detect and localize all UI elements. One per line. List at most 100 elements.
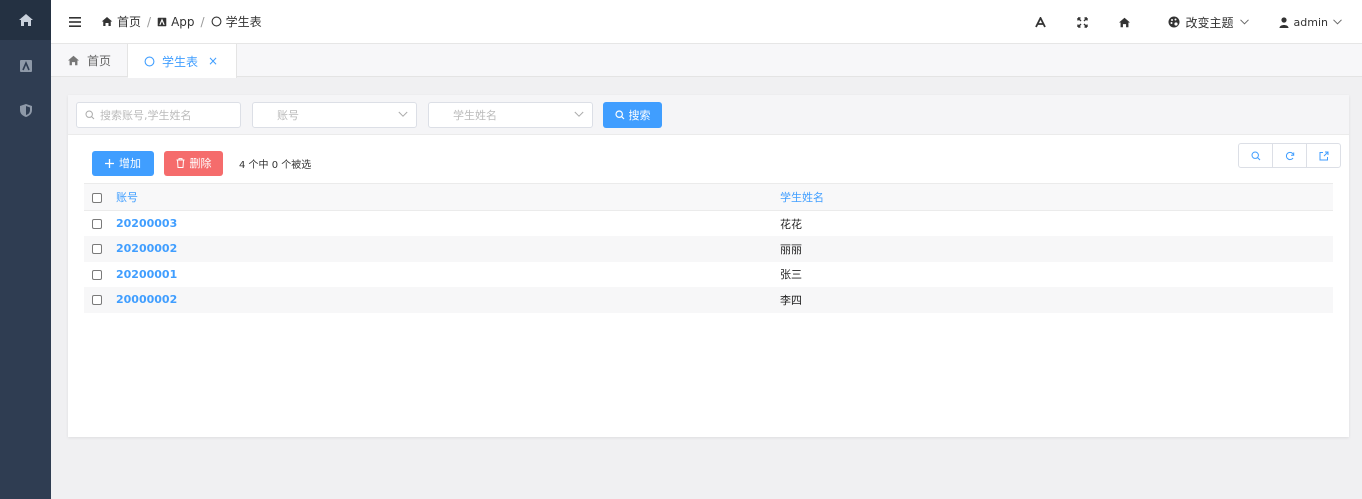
- name-cell: 丽丽: [780, 236, 1333, 262]
- breadcrumb-app[interactable]: App: [157, 14, 195, 29]
- search-button[interactable]: 搜索: [603, 101, 662, 128]
- row-checkbox-cell: [84, 236, 116, 262]
- home-icon: [101, 17, 113, 26]
- account-placeholder: 账号: [277, 108, 299, 122]
- row-checkbox[interactable]: [92, 244, 102, 255]
- delete-button[interactable]: 删除: [164, 150, 223, 176]
- sidebar-item-app[interactable]: [0, 44, 51, 88]
- account-cell[interactable]: 20200001: [116, 262, 780, 288]
- font-icon: [1035, 16, 1046, 27]
- select-all-cell: [84, 183, 116, 211]
- name-cell: 张三: [780, 268, 802, 282]
- selection-count: 4 个中 0 个被选: [239, 159, 312, 171]
- tab-label: 学生表: [162, 54, 199, 69]
- chevron-down-icon: [398, 111, 408, 117]
- search-icon: [1250, 150, 1260, 160]
- students-table: 账号 学生姓名 20200003 花花 20200002 丽丽 20200001…: [84, 183, 1333, 313]
- user-icon: [1279, 16, 1289, 28]
- tab-label: 首页: [87, 54, 112, 68]
- main-panel: 搜索账号,学生姓名 账号 学生姓名 搜索 增加 删除 4 个中 0 个被选 账号…: [68, 95, 1349, 437]
- add-button[interactable]: 增加: [92, 150, 154, 176]
- tab-students[interactable]: 学生表 ×: [128, 44, 238, 78]
- breadcrumb-home[interactable]: 首页: [101, 13, 141, 30]
- search-placeholder: 搜索账号,学生姓名: [100, 108, 192, 122]
- table-row[interactable]: 20000002 李四: [84, 287, 1333, 313]
- home-button[interactable]: [1104, 0, 1146, 44]
- chevron-down-icon: [1333, 19, 1342, 25]
- account-cell[interactable]: 20200003: [116, 211, 780, 237]
- row-checkbox-cell: [84, 211, 116, 237]
- plus-icon: [105, 158, 114, 168]
- account-cell[interactable]: 20000002: [116, 287, 780, 313]
- home-icon: [18, 14, 33, 26]
- delete-button-label: 删除: [189, 157, 212, 170]
- add-button-label: 增加: [119, 157, 141, 170]
- theme-label: 改变主题: [1185, 15, 1234, 30]
- palette-icon: [1168, 16, 1180, 28]
- search-icon: [614, 109, 624, 119]
- breadcrumb-label: 首页: [117, 15, 142, 29]
- name-select[interactable]: 学生姓名: [428, 101, 593, 128]
- name-cell: 花花: [780, 217, 802, 231]
- menu-toggle-button[interactable]: [69, 16, 87, 27]
- search-button-label: 搜索: [628, 108, 651, 122]
- circle-icon: [144, 56, 155, 66]
- column-header-name[interactable]: 学生姓名: [780, 183, 1333, 211]
- select-all-checkbox[interactable]: [92, 192, 102, 203]
- breadcrumb: 首页 / App / 学生表: [101, 13, 262, 30]
- row-checkbox-cell: [84, 262, 116, 288]
- circle-icon: [211, 16, 222, 27]
- name-cell: 李四: [780, 287, 1333, 313]
- user-menu[interactable]: admin: [1279, 16, 1342, 29]
- close-icon[interactable]: ×: [208, 54, 218, 68]
- fullscreen-button[interactable]: [1062, 0, 1104, 44]
- font-size-button[interactable]: [1020, 0, 1062, 44]
- export-button[interactable]: [1306, 143, 1341, 168]
- table-row[interactable]: 20200003 花花: [84, 211, 1333, 237]
- breadcrumb-separator: /: [147, 14, 152, 29]
- fullscreen-icon: [1077, 16, 1088, 28]
- hamburger-icon: [69, 16, 81, 27]
- refresh-button[interactable]: [1272, 143, 1307, 168]
- home-icon: [1119, 17, 1131, 27]
- name-placeholder: 学生姓名: [453, 108, 497, 122]
- table-toolbar: 增加 删除 4 个中 0 个被选: [68, 143, 1349, 183]
- filter-bar: 搜索账号,学生姓名 账号 学生姓名 搜索: [68, 95, 1349, 135]
- account-cell[interactable]: 20200002: [116, 236, 780, 262]
- sidebar: [0, 0, 51, 499]
- chevron-down-icon: [1239, 19, 1249, 25]
- tabs-bar: 首页 学生表 ×: [51, 44, 1362, 78]
- table-header-row: 账号 学生姓名: [84, 183, 1333, 211]
- topbar-actions: 改变主题 admin: [1020, 0, 1362, 44]
- row-checkbox[interactable]: [92, 295, 102, 306]
- column-header-account[interactable]: 账号: [116, 183, 780, 211]
- shield-icon: [19, 103, 32, 117]
- table-tools: [1238, 143, 1341, 168]
- user-name: admin: [1293, 15, 1328, 29]
- chevron-down-icon: [574, 111, 584, 117]
- breadcrumb-label: 学生表: [225, 15, 262, 29]
- sidebar-item-home[interactable]: [0, 0, 51, 40]
- home-icon: [68, 55, 79, 66]
- export-icon: [1319, 151, 1328, 160]
- row-checkbox[interactable]: [92, 219, 102, 229]
- search-icon: [85, 109, 95, 119]
- sidebar-item-security[interactable]: [0, 88, 51, 132]
- refresh-icon: [1285, 151, 1294, 160]
- table-row[interactable]: 20200002 丽丽: [84, 236, 1333, 262]
- breadcrumb-students: 学生表: [211, 13, 262, 30]
- app-icon: [157, 17, 167, 26]
- breadcrumb-separator: /: [200, 14, 205, 29]
- breadcrumb-label: App: [171, 14, 195, 29]
- theme-selector[interactable]: 改变主题: [1168, 14, 1249, 31]
- tab-home[interactable]: 首页: [51, 44, 129, 77]
- row-checkbox[interactable]: [92, 269, 102, 280]
- row-checkbox-cell: [84, 287, 116, 313]
- trash-icon: [176, 158, 184, 168]
- topbar: 首页 / App / 学生表 改变主题 admin: [51, 0, 1362, 44]
- search-input[interactable]: 搜索账号,学生姓名: [76, 101, 241, 128]
- account-select[interactable]: 账号: [252, 101, 417, 128]
- app-icon: [19, 60, 32, 72]
- toggle-search-button[interactable]: [1238, 143, 1273, 168]
- table-row[interactable]: 20200001 张三: [84, 262, 1333, 288]
